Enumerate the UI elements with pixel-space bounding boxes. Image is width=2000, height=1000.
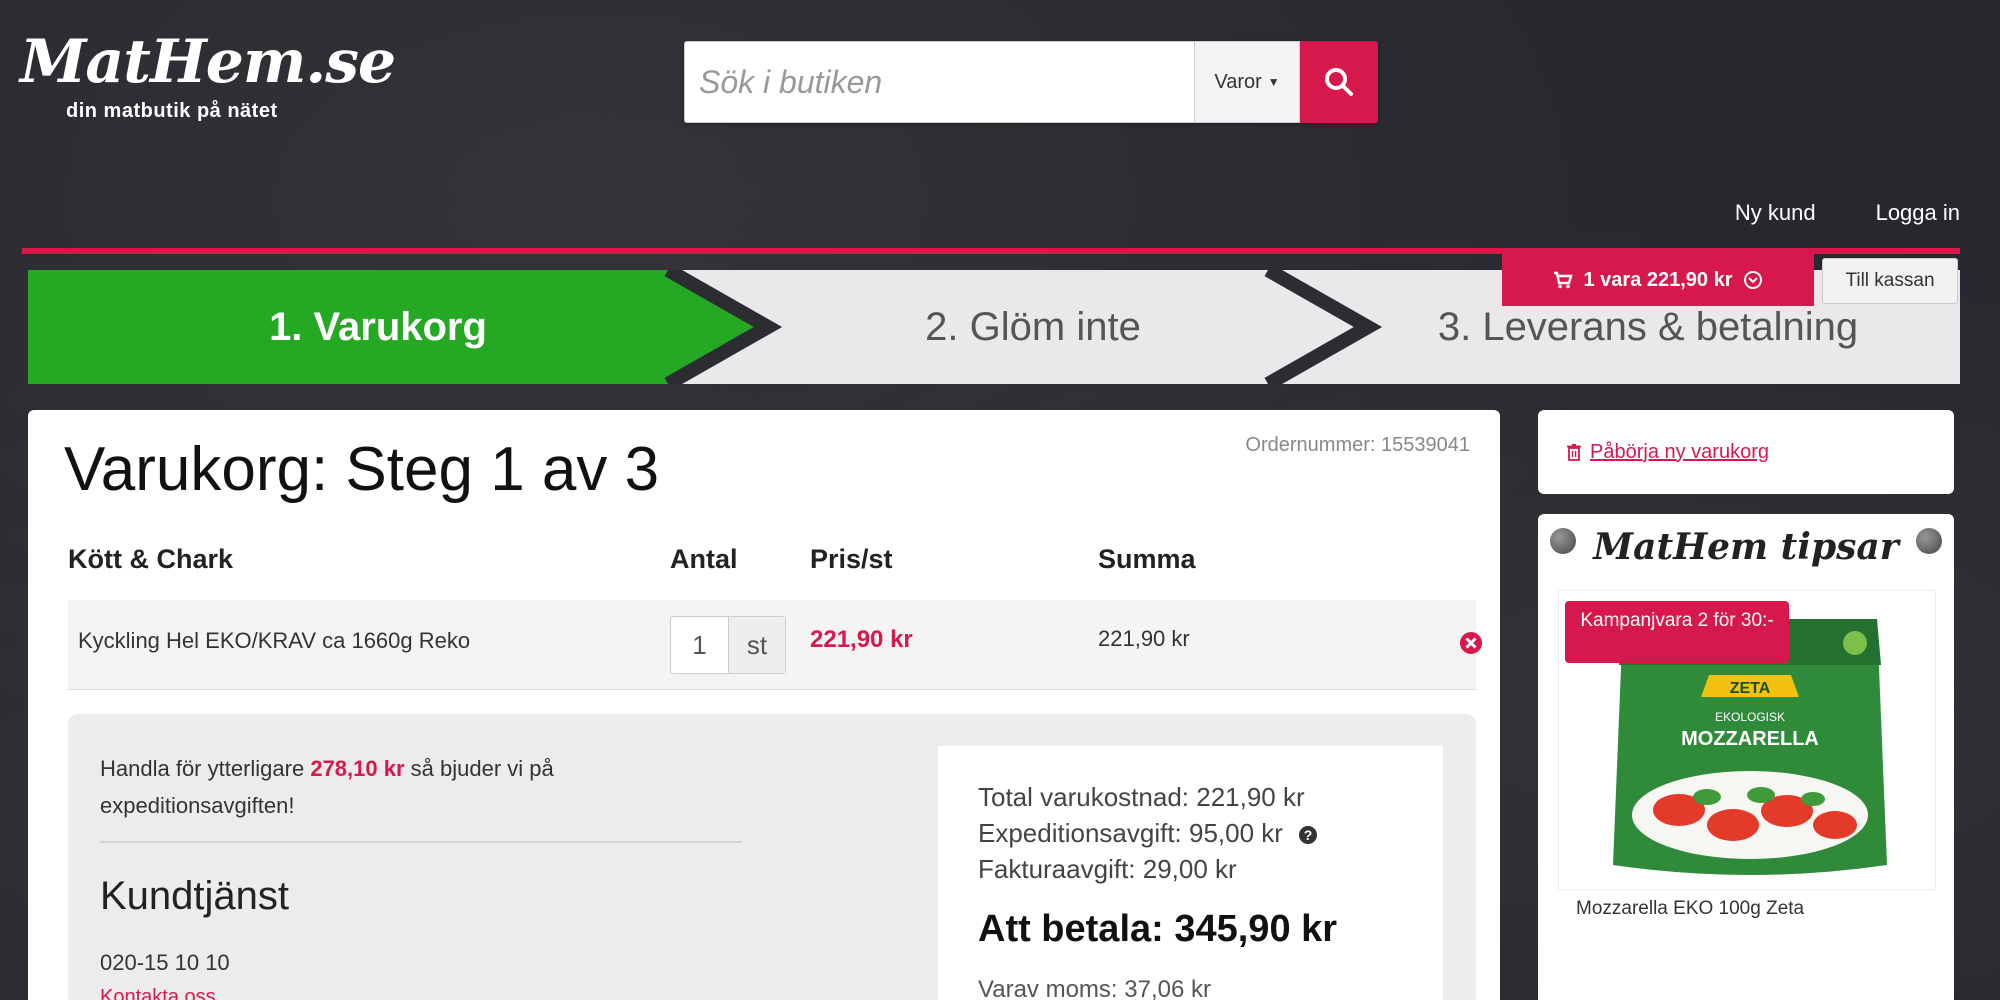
order-number: Ordernummer: 15539041 xyxy=(1245,434,1470,456)
search-bar: Varor ▼ xyxy=(684,41,1378,123)
mini-cart[interactable]: 1 vara 221,90 kr xyxy=(1502,254,1814,306)
account-links: Ny kund Logga in xyxy=(1735,200,1960,226)
row-sum: 221,90 kr xyxy=(1098,626,1190,651)
invoice-fee: Fakturaavgift: 29,00 kr xyxy=(978,854,1237,884)
search-button[interactable] xyxy=(1300,41,1378,123)
column-quantity: Antal xyxy=(670,544,738,574)
package-line1: EKOLOGISK xyxy=(1715,710,1785,724)
column-category: Kött & Chark xyxy=(68,544,234,574)
page-title: Varukorg: Steg 1 av 3 xyxy=(64,435,660,504)
column-unit-price: Pris/st xyxy=(810,544,893,574)
page: MatHem.se din matbutik på nätet Varor ▼ … xyxy=(0,0,1980,1000)
order-totals: Total varukostnad: 221,90 kr Expeditions… xyxy=(938,746,1443,1000)
quantity-stepper: 1 st xyxy=(670,616,786,674)
total-goods: Total varukostnad: 221,90 kr xyxy=(978,782,1305,812)
chevron-down-circle-icon xyxy=(1743,271,1762,289)
search-icon xyxy=(1325,68,1353,96)
logo-tagline: din matbutik på nätet xyxy=(66,100,278,122)
quantity-unit: st xyxy=(727,617,785,673)
product-card[interactable]: Kampanjvara 2 för 30:- ZETA EKOLOGISK MO… xyxy=(1558,590,1936,890)
mini-cart-summary: 1 vara 221,90 kr xyxy=(1583,268,1733,291)
trash-icon xyxy=(1567,444,1581,461)
customer-service-title: Kundtjänst xyxy=(100,874,290,918)
remove-item-icon[interactable] xyxy=(1458,630,1484,656)
new-customer-link[interactable]: Ny kund xyxy=(1735,200,1816,226)
tips-title: MatHem tipsar xyxy=(1593,526,1899,568)
new-cart-link[interactable]: Påbörja ny varukorg xyxy=(1590,441,1769,464)
divider xyxy=(100,841,742,843)
cart-summary: Handla för ytterligare 278,10 kr så bjud… xyxy=(68,714,1476,1000)
logo-text: MatHem.se xyxy=(20,27,396,97)
unit-price: 221,90 kr xyxy=(810,626,913,653)
package-line2: MOZZARELLA xyxy=(1681,728,1819,750)
contact-link[interactable]: Kontakta oss xyxy=(100,986,216,1000)
product-name[interactable]: Kyckling Hel EKO/KRAV ca 1660g Reko xyxy=(78,628,470,654)
svg-text:?: ? xyxy=(1304,827,1313,843)
tip-product-name[interactable]: Mozzarella EKO 100g Zeta xyxy=(1576,898,1804,920)
cart-panel: Varukorg: Steg 1 av 3 Ordernummer: 15539… xyxy=(28,410,1500,1000)
customer-service-phone: 020-15 10 10 xyxy=(100,950,230,975)
step-dont-forget[interactable]: 2. Glöm inte xyxy=(678,270,1388,384)
cart-icon xyxy=(1554,271,1574,289)
help-icon[interactable]: ? xyxy=(1298,825,1318,845)
amount-to-pay: Att betala: 345,90 kr xyxy=(978,908,1338,950)
handling-fee-row: Expeditionsavgift: 95,00 kr ? xyxy=(978,818,1318,849)
search-scope-label: Varor xyxy=(1214,70,1262,93)
vat-amount: Varav moms: 37,06 kr xyxy=(978,976,1211,1000)
checkout-button[interactable]: Till kassan xyxy=(1822,258,1958,304)
site-logo[interactable]: MatHem.se din matbutik på nätet xyxy=(20,27,396,123)
search-input[interactable] xyxy=(684,41,1194,123)
free-shipping-amount: 278,10 kr xyxy=(310,756,405,781)
login-link[interactable]: Logga in xyxy=(1876,200,1960,226)
free-shipping-notice: Handla för ytterligare 278,10 kr så bjud… xyxy=(100,750,660,824)
column-sum: Summa xyxy=(1098,544,1196,574)
search-scope-dropdown[interactable]: Varor ▼ xyxy=(1194,41,1300,123)
table-row: Kyckling Hel EKO/KRAV ca 1660g Reko 1 st… xyxy=(68,600,1482,690)
step-cart[interactable]: 1. Varukorg xyxy=(28,270,728,384)
handling-fee: Expeditionsavgift: 95,00 kr xyxy=(978,818,1283,848)
package-brand: ZETA xyxy=(1730,680,1771,697)
new-cart-box: Påbörja ny varukorg xyxy=(1538,410,1954,494)
quantity-input[interactable]: 1 xyxy=(671,617,728,673)
promo-badge: Kampanjvara 2 för 30:- xyxy=(1565,601,1789,663)
tips-panel: MatHem tipsar Kampanjvara 2 för 30:- ZET… xyxy=(1538,514,1954,1000)
free-shipping-prefix: Handla för ytterligare xyxy=(100,756,311,781)
chevron-down-icon: ▼ xyxy=(1267,75,1280,89)
